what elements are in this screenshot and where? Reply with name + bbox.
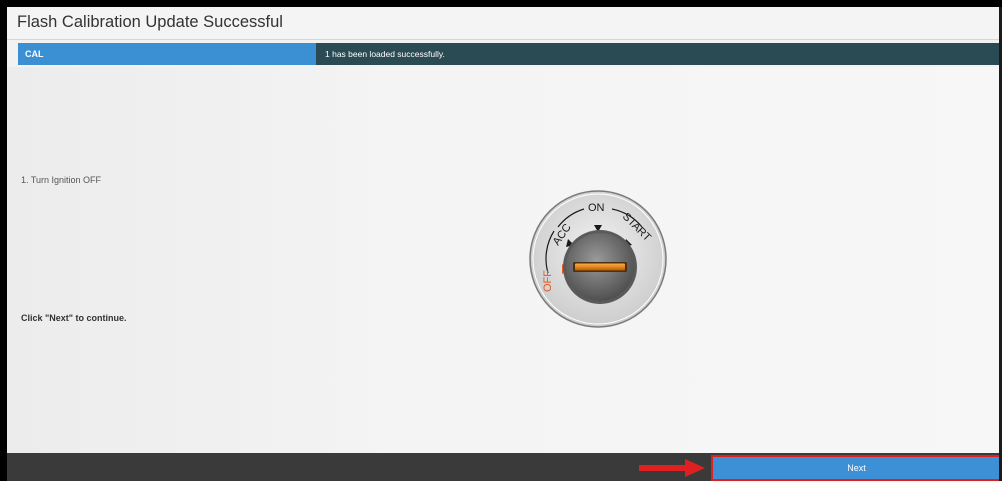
step-instruction: 1. Turn Ignition OFF xyxy=(21,175,102,185)
instruction-panel: 1. Turn Ignition OFF Click "Next" to con… xyxy=(7,67,1002,453)
red-arrow-icon xyxy=(639,459,705,477)
status-label-cal: CAL xyxy=(18,43,316,65)
next-button[interactable]: Next xyxy=(711,455,1002,481)
ignition-switch-icon: OFF ACC ON START xyxy=(529,190,667,328)
status-message: 1 has been loaded successfully. xyxy=(316,43,1002,65)
label-off: OFF xyxy=(542,270,554,292)
page-title: Flash Calibration Update Successful xyxy=(17,13,283,31)
label-on: ON xyxy=(588,202,605,214)
footer-bar: Next xyxy=(7,453,1002,481)
continue-instruction: Click "Next" to continue. xyxy=(21,313,127,323)
status-row: CAL 1 has been loaded successfully. xyxy=(18,43,1002,65)
app-window: Flash Calibration Update Successful CAL … xyxy=(7,7,1002,481)
title-bar: Flash Calibration Update Successful xyxy=(7,7,1002,40)
